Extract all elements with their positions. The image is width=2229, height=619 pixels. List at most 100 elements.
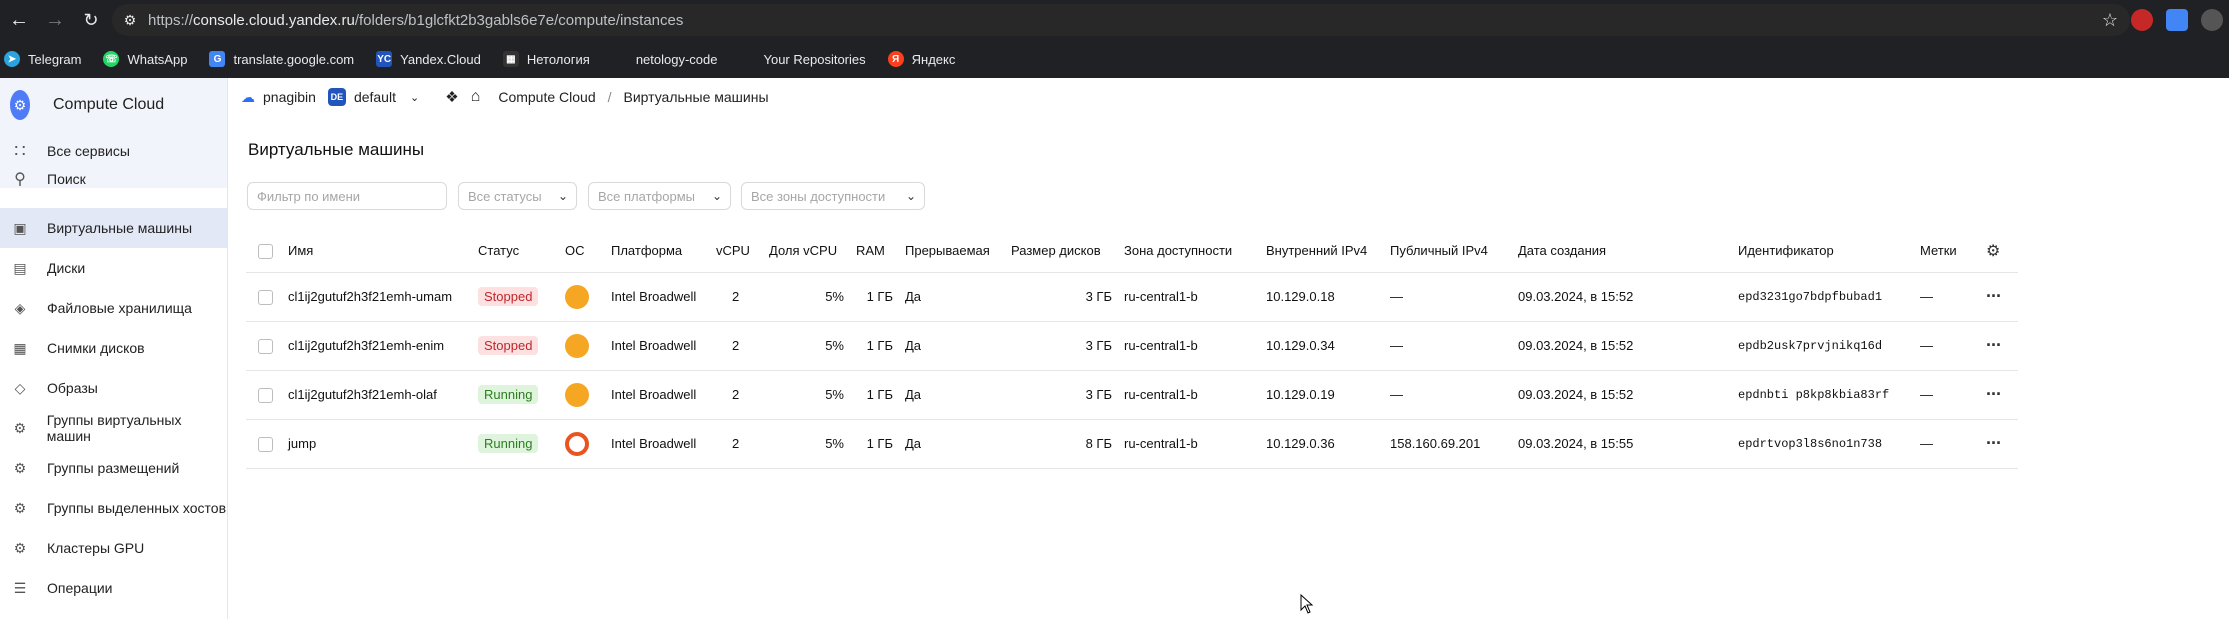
col-vcpu[interactable]: vCPU <box>710 230 763 273</box>
more-actions-icon[interactable]: ··· <box>1986 335 2002 355</box>
table-row[interactable]: cl1ij2gutuf2h3f21emh-enim Stopped Intel … <box>246 321 2018 371</box>
ram-cell: 1 ГБ <box>850 321 899 371</box>
sidebar-item-operations[interactable]: ☰ Операции <box>0 568 227 608</box>
col-internal-ip[interactable]: Внутренний IPv4 <box>1260 230 1384 273</box>
operations-icon: ☰ <box>13 579 27 596</box>
col-vcpu-share[interactable]: Доля vCPU <box>763 230 850 273</box>
disk-cell: 3 ГБ <box>1005 370 1118 420</box>
translate-extension-icon[interactable] <box>2166 9 2188 31</box>
bookmark-your-repositories[interactable]: Your Repositories <box>739 51 866 67</box>
platform-cell: Intel Broadwell <box>605 370 710 420</box>
host-group-icon: ⚙ <box>13 499 27 516</box>
gpu-cluster-icon: ⚙ <box>13 539 27 556</box>
table-settings-cell: ⚙ <box>1980 230 2018 273</box>
reload-icon[interactable]: ↻ <box>74 3 108 37</box>
id-cell: epdb2usk7prvjnikq16d <box>1732 321 1914 371</box>
platform-cell: Intel Broadwell <box>605 272 710 322</box>
url-text[interactable]: https://console.cloud.yandex.ru/folders/… <box>148 12 683 29</box>
bookmark-whatsapp[interactable]: ☏ WhatsApp <box>103 51 187 67</box>
bookmark-netology[interactable]: ▦ Нетология <box>502 51 590 67</box>
row-checkbox[interactable] <box>258 338 273 354</box>
sidebar-item-file-storages[interactable]: ◈ Файловые хранилища <box>0 288 227 328</box>
bookmark-translate[interactable]: Gtranslate.google.com <box>209 51 354 67</box>
disk-cell: 8 ГБ <box>1005 419 1118 469</box>
table-row[interactable]: cl1ij2gutuf2h3f21emh-umam Stopped Intel … <box>246 272 2018 322</box>
folder-name[interactable]: default <box>354 89 396 105</box>
row-checkbox[interactable] <box>258 387 273 403</box>
internal-ip-cell: 10.129.0.18 <box>1260 272 1384 322</box>
row-checkbox[interactable] <box>258 436 273 452</box>
zone-select[interactable]: Все зоны доступности ⌄ <box>741 182 925 210</box>
sidebar-header: ⚙ Compute Cloud ∷ Все сервисы ⚲ Поиск <box>0 78 227 188</box>
page-title: Виртуальные машины <box>248 140 425 159</box>
vcpu-share-cell: 5% <box>763 419 850 469</box>
select-all-checkbox[interactable] <box>258 243 273 259</box>
col-ram[interactable]: RAM <box>850 230 899 273</box>
col-preemptible[interactable]: Прерываемая <box>899 230 1005 273</box>
table-row[interactable]: jump Running Intel Broadwell 2 5% 1 ГБ Д… <box>246 419 2018 469</box>
col-os[interactable]: ОС <box>559 230 605 273</box>
sidebar-item-snapshots[interactable]: ▦ Снимки дисков <box>0 328 227 368</box>
sidebar-item-search[interactable]: ⚲ Поиск <box>0 170 227 188</box>
col-labels[interactable]: Метки <box>1914 230 1980 273</box>
sidebar-brand[interactable]: ⚙ Compute Cloud <box>0 78 227 132</box>
back-icon[interactable]: ← <box>2 3 36 37</box>
forward-icon[interactable]: → <box>38 3 72 37</box>
col-id[interactable]: Идентификатор <box>1732 230 1914 273</box>
bookmark-yandex-cloud[interactable]: YC Yandex.Cloud <box>376 51 481 67</box>
status-select[interactable]: Все статусы ⌄ <box>458 182 577 210</box>
sidebar-item-gpu-clusters[interactable]: ⚙ Кластеры GPU <box>0 528 227 568</box>
cloud-name[interactable]: pnagibin <box>263 89 316 105</box>
gear-icon[interactable]: ⚙ <box>1986 243 2000 260</box>
profile-avatar-icon[interactable] <box>2201 9 2223 31</box>
col-status[interactable]: Статус <box>472 230 559 273</box>
sidebar-item-instance-groups[interactable]: ⚙ Группы виртуальных машин <box>0 408 227 448</box>
vm-name[interactable]: cl1ij2gutuf2h3f21emh-enim <box>282 321 472 371</box>
row-checkbox[interactable] <box>258 289 273 305</box>
status-badge: Stopped <box>478 287 539 306</box>
table-row[interactable]: cl1ij2gutuf2h3f21emh-olaf Running Intel … <box>246 370 2018 420</box>
sidebar-item-disks[interactable]: ▤ Диски <box>0 248 227 288</box>
bookmark-telegram[interactable]: ➤ Telegram <box>4 51 81 67</box>
internal-ip-cell: 10.129.0.36 <box>1260 419 1384 469</box>
translate-icon: G <box>209 51 226 67</box>
vm-name[interactable]: jump <box>282 419 472 469</box>
labels-cell: — <box>1914 419 1980 469</box>
home-icon[interactable]: ⌂ <box>471 88 481 106</box>
network-icon[interactable]: ❖ <box>445 88 458 106</box>
vm-name[interactable]: cl1ij2gutuf2h3f21emh-olaf <box>282 370 472 420</box>
id-cell: epdnbti p8kp8kbia83rf <box>1732 370 1914 420</box>
public-ip-cell: — <box>1384 370 1512 420</box>
vcpu-share-cell: 5% <box>763 321 850 371</box>
sidebar-item-images[interactable]: ◇ Образы <box>0 368 227 408</box>
sidebar-item-host-groups[interactable]: ⚙ Группы выделенных хостов <box>0 488 227 528</box>
labels-cell: — <box>1914 272 1980 322</box>
name-filter-input[interactable]: Фильтр по имени <box>247 182 447 210</box>
chevron-down-icon[interactable]: ⌄ <box>410 91 419 104</box>
site-settings-icon[interactable]: ⚙ <box>112 12 148 29</box>
col-disk[interactable]: Размер дисков <box>1005 230 1118 273</box>
opera-vpn-extension-icon[interactable] <box>2131 9 2153 31</box>
col-platform[interactable]: Платформа <box>605 230 710 273</box>
platform-select[interactable]: Все платформы ⌄ <box>588 182 731 210</box>
more-actions-icon[interactable]: ··· <box>1986 286 2002 306</box>
breadcrumb-service[interactable]: Compute Cloud <box>498 89 595 105</box>
col-public-ip[interactable]: Публичный IPv4 <box>1384 230 1512 273</box>
more-actions-icon[interactable]: ··· <box>1986 433 2002 453</box>
more-actions-icon[interactable]: ··· <box>1986 384 2002 404</box>
col-name[interactable]: Имя <box>282 230 472 273</box>
address-bar[interactable]: ⚙ https://console.cloud.yandex.ru/folder… <box>112 4 2130 36</box>
sidebar-item-all-services[interactable]: ∷ Все сервисы <box>0 132 227 170</box>
vm-name[interactable]: cl1ij2gutuf2h3f21emh-umam <box>282 272 472 322</box>
bookmark-star-icon[interactable]: ☆ <box>2102 10 2118 31</box>
sidebar-item-placement-groups[interactable]: ⚙ Группы размещений <box>0 448 227 488</box>
preemptible-cell: Да <box>899 370 1005 420</box>
bookmark-netology-code[interactable]: netology-code <box>611 51 717 67</box>
col-created[interactable]: Дата создания <box>1512 230 1732 273</box>
netology-icon: ▦ <box>502 51 519 67</box>
col-zone[interactable]: Зона доступности <box>1118 230 1260 273</box>
yandex-icon: Я <box>887 51 904 67</box>
sidebar-item-vms[interactable]: ▣ Виртуальные машины <box>0 208 227 248</box>
vcpu-cell: 2 <box>710 419 763 469</box>
bookmark-yandex[interactable]: Я Яндекс <box>887 51 955 67</box>
